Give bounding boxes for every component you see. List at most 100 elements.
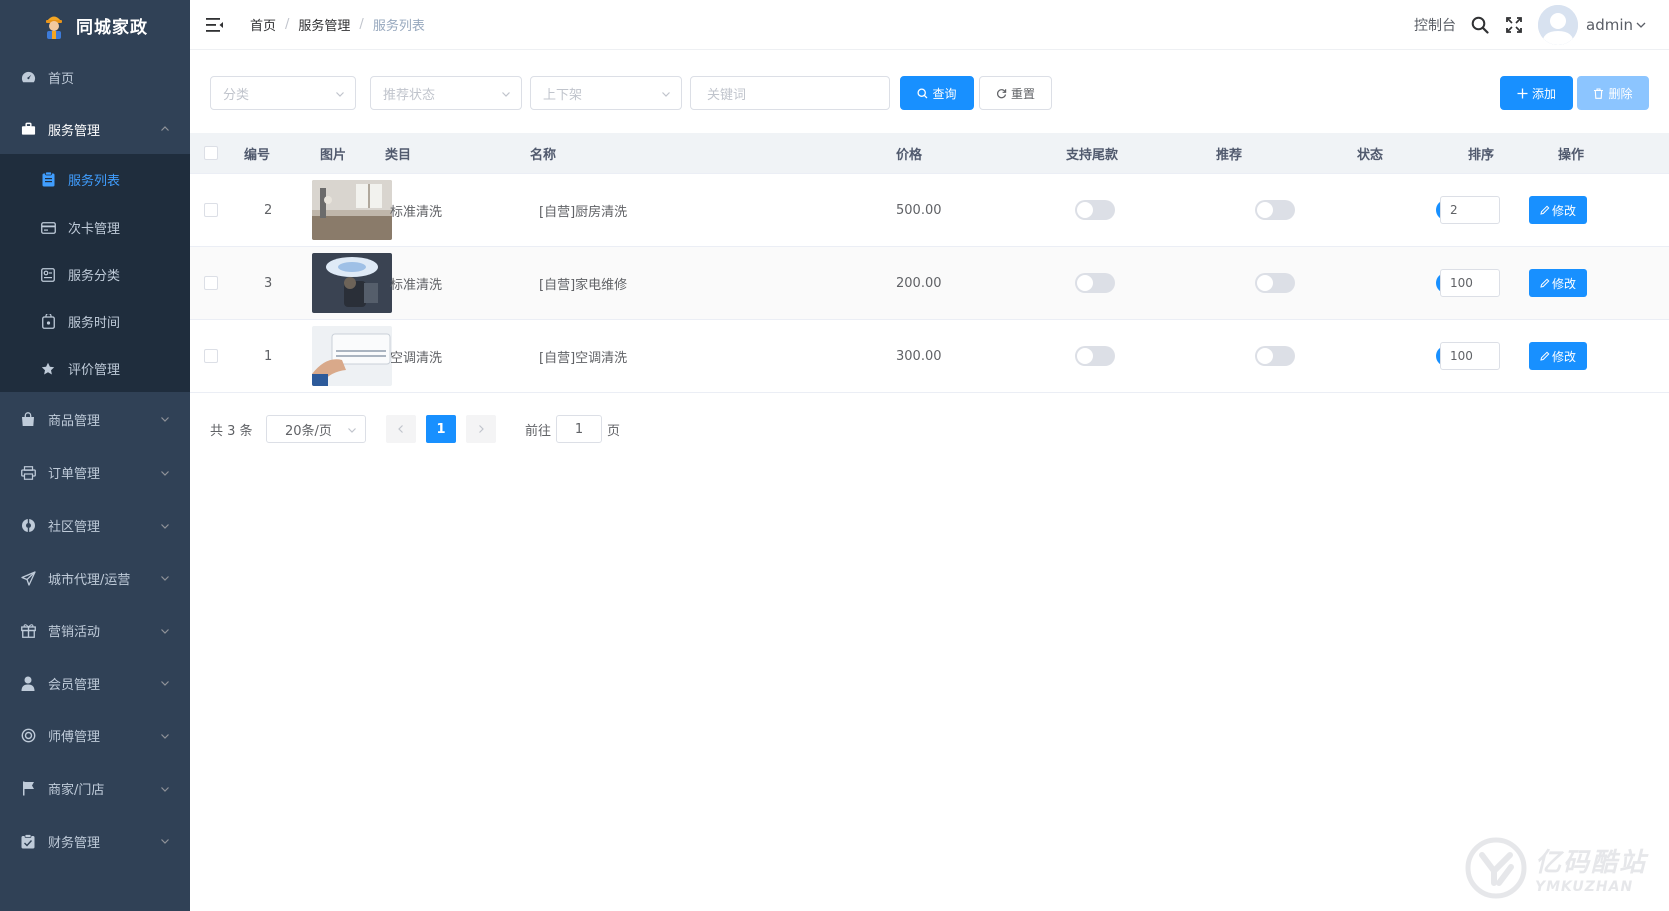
- lifebuoy-icon: [20, 728, 36, 744]
- page-size-select[interactable]: 20条/页: [266, 415, 366, 443]
- cell-price: 500.00: [896, 202, 942, 218]
- sort-input[interactable]: 100: [1440, 269, 1500, 297]
- sidebar-item-service-category[interactable]: 服务分类: [0, 251, 190, 298]
- app-logo[interactable]: 同城家政: [0, 0, 190, 50]
- printer-icon: [20, 465, 36, 481]
- plus-icon: [1517, 88, 1528, 99]
- edit-button-label: 修改: [1551, 203, 1576, 218]
- community-icon: [20, 518, 36, 534]
- hamburger-toggle[interactable]: [206, 15, 226, 35]
- chevron-down-icon: [161, 681, 169, 686]
- select-placeholder: 上下架: [543, 87, 583, 103]
- watermark: 亿码酷站 YMKUZHAN: [1465, 837, 1647, 899]
- page-number-current[interactable]: 1: [426, 415, 456, 443]
- recommend-status-select[interactable]: 推荐状态: [370, 76, 522, 110]
- sidebar-item-label: 次卡管理: [68, 222, 121, 237]
- prev-page-button[interactable]: [386, 415, 416, 443]
- recommend-switch[interactable]: [1255, 273, 1295, 293]
- sidebar-item-label: 服务分类: [68, 269, 121, 284]
- keyword-input[interactable]: 关键词: [690, 76, 890, 110]
- app-title: 同城家政: [76, 17, 148, 38]
- sidebar-item-card-management[interactable]: 次卡管理: [0, 204, 190, 251]
- reset-button-label: 重置: [1010, 86, 1035, 101]
- breadcrumb-service-management[interactable]: 服务管理: [298, 15, 350, 34]
- avatar[interactable]: [1538, 5, 1578, 45]
- sidebar-item-city-agent[interactable]: 城市代理/运营: [0, 552, 190, 604]
- sidebar-item-member-management[interactable]: 会员管理: [0, 657, 190, 709]
- sidebar-item-service-list[interactable]: 服务列表: [0, 154, 190, 204]
- edit-button[interactable]: 修改: [1529, 342, 1587, 370]
- goto-page-input[interactable]: 1: [556, 415, 602, 443]
- add-button[interactable]: 添加: [1500, 76, 1573, 110]
- select-all-checkbox[interactable]: [204, 146, 218, 160]
- sidebar-item-goods-management[interactable]: 商品管理: [0, 392, 190, 446]
- input-placeholder: 关键词: [707, 87, 747, 103]
- column-header-category: 类目: [385, 147, 412, 163]
- header-right: 控制台 admin: [1414, 0, 1647, 50]
- sidebar-item-community-management[interactable]: 社区管理: [0, 499, 190, 552]
- column-header-image: 图片: [320, 147, 347, 163]
- edit-button[interactable]: 修改: [1529, 196, 1587, 224]
- search-button[interactable]: 查询: [900, 76, 974, 110]
- sidebar-item-order-management[interactable]: 订单管理: [0, 446, 190, 499]
- sidebar-item-home[interactable]: 首页: [0, 50, 190, 104]
- chevron-down-icon: [502, 92, 510, 97]
- console-link[interactable]: 控制台: [1414, 15, 1456, 35]
- balance-switch[interactable]: [1075, 200, 1115, 220]
- sidebar-item-label: 师傅管理: [48, 730, 101, 745]
- pagination: 共 3 条 20条/页 1 前往 1 页: [210, 415, 710, 443]
- recommend-switch[interactable]: [1255, 346, 1295, 366]
- column-header-id: 编号: [244, 147, 271, 163]
- category-select[interactable]: 分类: [210, 76, 356, 110]
- sidebar: 同城家政 首页 服务管理 服务列表 次卡管理 服务分类 服务时间 评价管理 商品…: [0, 0, 190, 911]
- user-dropdown[interactable]: admin: [1586, 16, 1647, 34]
- edit-icon: [1540, 351, 1550, 361]
- row-checkbox[interactable]: [204, 276, 218, 290]
- row-checkbox[interactable]: [204, 349, 218, 363]
- chevron-down-icon: [161, 786, 169, 792]
- sort-input[interactable]: 2: [1440, 196, 1500, 224]
- search-button-label: 查询: [932, 86, 957, 101]
- chevron-up-icon: [161, 126, 169, 131]
- sidebar-item-service-management[interactable]: 服务管理: [0, 104, 190, 154]
- sidebar-item-merchant-store[interactable]: 商家/门店: [0, 762, 190, 815]
- sort-input[interactable]: 100: [1440, 342, 1500, 370]
- reset-button[interactable]: 重置: [979, 76, 1052, 110]
- sidebar-item-label: 城市代理/运营: [48, 572, 131, 588]
- delete-button[interactable]: 删除: [1577, 76, 1649, 110]
- category-icon: [40, 267, 56, 283]
- chevron-down-icon: [1636, 22, 1646, 28]
- watermark-logo-icon: [1465, 837, 1527, 899]
- search-icon: [917, 87, 928, 99]
- search-icon[interactable]: [1470, 15, 1490, 35]
- recommend-switch[interactable]: [1255, 200, 1295, 220]
- sidebar-item-marketing[interactable]: 营销活动: [0, 604, 190, 657]
- fullscreen-icon[interactable]: [1504, 15, 1524, 35]
- breadcrumb-home[interactable]: 首页: [250, 15, 276, 34]
- trash-icon: [1593, 87, 1604, 99]
- dashboard-icon: [20, 69, 36, 85]
- row-checkbox[interactable]: [204, 203, 218, 217]
- cell-category: 标准清洗: [390, 277, 443, 293]
- sidebar-item-finance-management[interactable]: 财务管理: [0, 815, 190, 867]
- edit-button-label: 修改: [1551, 276, 1576, 291]
- balance-switch[interactable]: [1075, 346, 1115, 366]
- column-header-price: 价格: [896, 147, 923, 163]
- add-button-label: 添加: [1531, 86, 1556, 101]
- page-size-value: 20条/页: [285, 423, 332, 439]
- balance-switch[interactable]: [1075, 273, 1115, 293]
- cell-category: 标准清洗: [390, 204, 443, 220]
- sidebar-item-review-management[interactable]: 评价管理: [0, 345, 190, 392]
- column-header-actions: 操作: [1558, 147, 1585, 163]
- sidebar-item-master-management[interactable]: 师傅管理: [0, 709, 190, 762]
- cell-price: 200.00: [896, 275, 942, 291]
- chevron-down-icon: [161, 470, 169, 476]
- card-icon: [40, 220, 56, 236]
- shelf-status-select[interactable]: 上下架: [530, 76, 682, 110]
- edit-button[interactable]: 修改: [1529, 269, 1587, 297]
- cell-price: 300.00: [896, 348, 942, 364]
- sidebar-item-service-time[interactable]: 服务时间: [0, 298, 190, 345]
- table-header: 编号 图片 类目 名称 价格 支持尾款 推荐 状态 排序 操作: [190, 133, 1669, 174]
- cell-name: [自营]家电维修: [539, 277, 628, 293]
- next-page-button[interactable]: [466, 415, 496, 443]
